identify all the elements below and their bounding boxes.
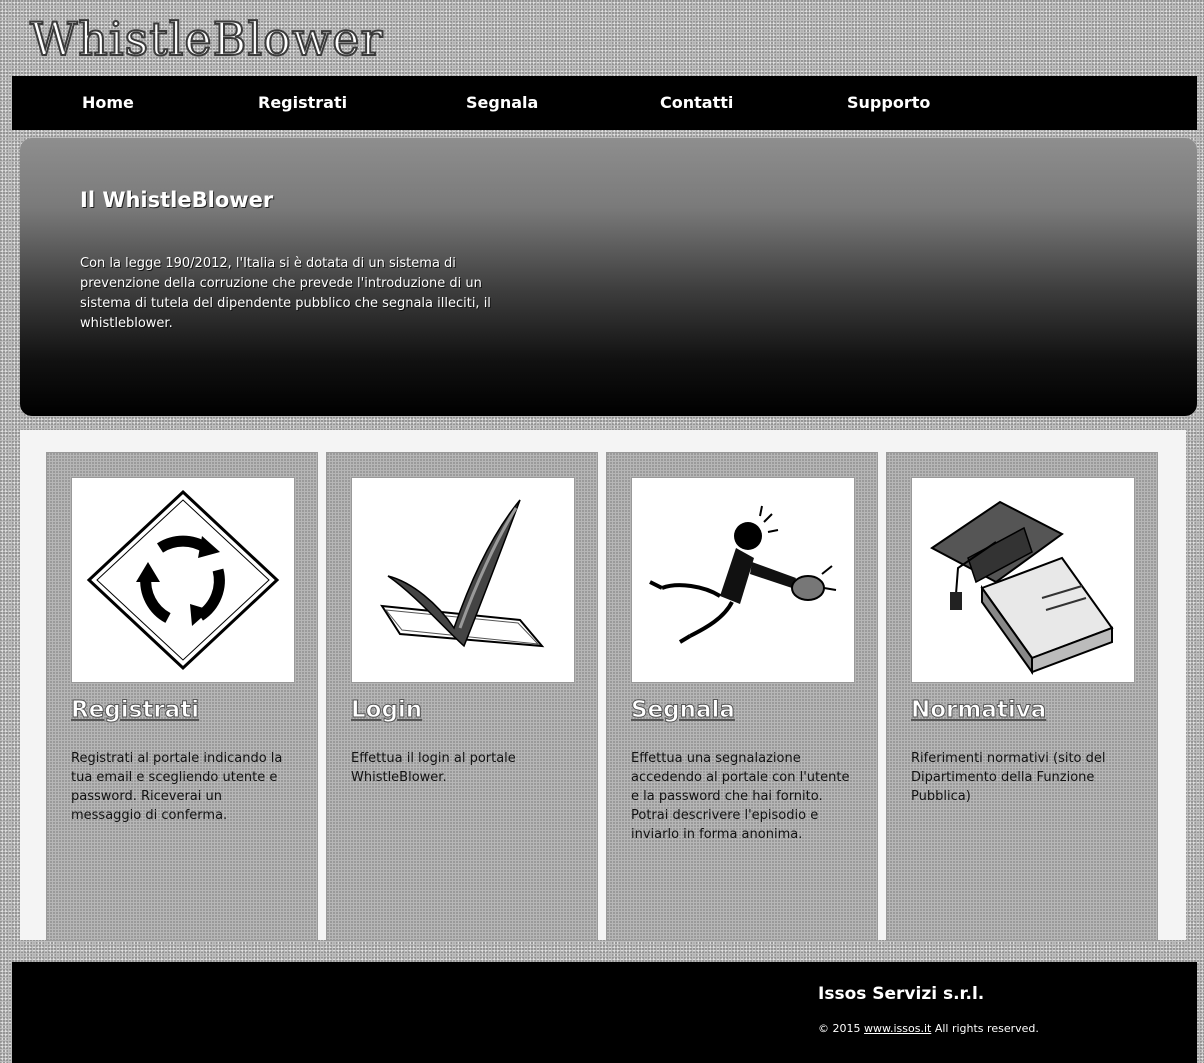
main-navbar: Home Registrati Segnala Contatti Support… [12, 76, 1197, 130]
feature-cards-section: Registrati Registrati al portale indican… [20, 430, 1186, 941]
copyright-suffix: All rights reserved. [934, 1022, 1039, 1035]
card-title-registrati[interactable]: Registrati [70, 697, 199, 724]
site-logo[interactable]: WhistleBlower [29, 6, 383, 72]
checkmark-icon[interactable] [351, 477, 575, 683]
company-name: Issos Servizi s.r.l. [818, 984, 985, 1004]
hero-title: Il WhistleBlower [80, 188, 274, 212]
card-text-normativa: Riferimenti normativi (sito del Dipartim… [911, 751, 1106, 804]
nav-supporto[interactable]: Supporto [847, 76, 930, 130]
roundabout-sign-icon[interactable] [71, 477, 295, 683]
card-segnala: Segnala Effettua una segnalazione accede… [606, 452, 878, 941]
card-login: Login Effettua il login al portale Whist… [326, 452, 598, 941]
copyright-prefix: © 2015 [818, 1022, 861, 1035]
card-title-login[interactable]: Login [350, 697, 422, 724]
card-title-segnala[interactable]: Segnala [631, 697, 736, 724]
card-text-registrati: Registrati al portale indicando la tua e… [71, 751, 283, 823]
nav-home[interactable]: Home [82, 76, 134, 130]
nav-segnala[interactable]: Segnala [466, 76, 538, 130]
graduation-cap-book-icon[interactable] [911, 477, 1135, 683]
whistleblower-figure-icon[interactable] [631, 477, 855, 683]
copyright-notice: © 2015 www.issos.it All rights reserved. [818, 1022, 1039, 1035]
site-footer: Issos Servizi s.r.l. © 2015 www.issos.it… [12, 962, 1197, 1063]
card-normativa: Normativa Riferimenti normativi (sito de… [886, 452, 1158, 941]
nav-registrati[interactable]: Registrati [258, 76, 347, 130]
hero-description: Con la legge 190/2012, l'Italia si è dot… [80, 256, 491, 331]
card-registrati: Registrati Registrati al portale indican… [46, 452, 318, 941]
company-website-link[interactable]: www.issos.it [864, 1022, 931, 1035]
hero-banner: Il WhistleBlower Con la legge 190/2012, … [20, 138, 1197, 416]
card-title-normativa[interactable]: Normativa [910, 697, 1046, 724]
card-text-login: Effettua il login al portale WhistleBlow… [351, 751, 516, 785]
card-text-segnala: Effettua una segnalazione accedendo al p… [631, 751, 850, 842]
nav-contatti[interactable]: Contatti [660, 76, 733, 130]
